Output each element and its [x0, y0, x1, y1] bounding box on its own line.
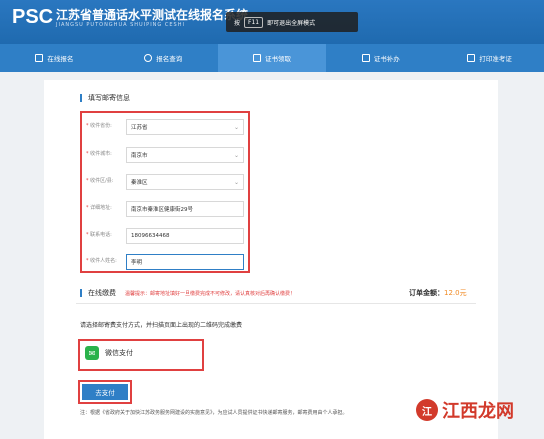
nav-label: 打印准考证: [479, 55, 512, 63]
province-select[interactable]: 江苏省 ⌄: [126, 119, 244, 135]
toast-suffix: 即可退出全屏模式: [267, 19, 316, 27]
wechat-pay-label: 微信支付: [105, 349, 133, 357]
field-label: * 收件城市:: [86, 151, 112, 157]
payment-section-title: 在线缴费: [80, 289, 116, 297]
address-input[interactable]: 南京市秦淮区健康街29号: [126, 201, 244, 217]
field-city: * 收件城市: 南京市 ⌄: [82, 143, 248, 165]
nav-item-reissue[interactable]: 证书补办: [326, 44, 435, 72]
field-label: * 收件人姓名:: [86, 258, 117, 264]
certificate-icon: [252, 54, 261, 62]
nav-label: 证书补办: [373, 55, 400, 63]
nav-item-query[interactable]: 报名查询: [109, 44, 218, 72]
print-icon: [467, 54, 476, 62]
field-label: * 详细地址:: [86, 205, 112, 211]
field-province: * 收件省份: 江苏省 ⌄: [82, 115, 248, 137]
toast-key: F11: [244, 16, 264, 28]
city-select[interactable]: 南京市 ⌄: [126, 147, 244, 163]
wechat-icon: ✉: [85, 346, 99, 360]
payment-warning: 温馨提示：邮寄地址填好一旦缴费完成不可修改，请认真核对后再确认缴费！: [125, 291, 296, 297]
field-recipient: * 收件人姓名: 李明: [82, 250, 248, 272]
divider: [76, 303, 476, 304]
search-icon: [144, 54, 153, 62]
nav-item-certificate[interactable]: 证书领取: [217, 44, 327, 72]
fullscreen-toast: 按 F11 即可退出全屏模式: [226, 12, 358, 32]
payment-instruction: 请选择邮寄费支付方式，并扫描页面上出现的二维码完成缴费: [80, 322, 243, 329]
toast-prefix: 按: [234, 19, 241, 27]
chevron-down-icon: ⌄: [233, 179, 239, 186]
wechat-pay-option[interactable]: ✉ 微信支付: [85, 346, 133, 360]
watermark-text: 江西龙网: [442, 401, 514, 422]
payment-method-box: ✉ 微信支付: [78, 339, 204, 371]
site-title: 江苏省普通话水平测试在线报名系统: [56, 8, 249, 22]
site-subtitle: JIANGSU PUTONGHUA SHUIPING CESHI: [56, 22, 185, 28]
mail-section-title: 填写邮寄信息: [80, 94, 130, 102]
nav-item-print[interactable]: 打印准考证: [435, 44, 544, 72]
header: PSC 江苏省普通话水平测试在线报名系统 JIANGSU PUTONGHUA S…: [0, 0, 544, 44]
nav-label: 报名查询: [156, 55, 183, 63]
pay-button-wrap: 去支付: [78, 380, 132, 404]
field-label: * 联系电话:: [86, 232, 112, 238]
recipient-input[interactable]: 李明: [126, 254, 244, 270]
watermark-badge: 江: [416, 399, 438, 421]
edit-icon: [35, 54, 44, 62]
main-nav: 在线报名 报名查询 证书领取 证书补办 打印准考证: [0, 44, 544, 72]
field-phone: * 联系电话: 18096634468: [82, 224, 248, 246]
field-label: * 收件省份:: [86, 123, 112, 129]
logo: PSC: [12, 6, 54, 28]
district-select[interactable]: 秦淮区 ⌄: [126, 174, 244, 190]
amount-value: 12.0元: [444, 289, 467, 297]
field-address: * 详细地址: 南京市秦淮区健康街29号: [82, 197, 248, 219]
reissue-icon: [361, 54, 370, 62]
chevron-down-icon: ⌄: [233, 124, 239, 131]
field-district: * 收件区/县: 秦淮区 ⌄: [82, 170, 248, 192]
pay-button[interactable]: 去支付: [82, 384, 128, 400]
chevron-down-icon: ⌄: [233, 152, 239, 159]
nav-label: 证书领取: [264, 55, 291, 63]
field-label: * 收件区/县:: [86, 178, 114, 184]
order-amount: 订单金额：12.0元: [409, 288, 467, 298]
nav-label: 在线报名: [47, 55, 74, 63]
amount-label: 订单金额：: [409, 289, 444, 297]
nav-item-register[interactable]: 在线报名: [0, 44, 109, 72]
watermark: 江 江西龙网: [416, 390, 540, 430]
mail-form: * 收件省份: 江苏省 ⌄ * 收件城市: 南京市 ⌄ * 收件区/县: 秦淮区 ⌄ …: [80, 111, 250, 273]
phone-input[interactable]: 18096634468: [126, 228, 244, 244]
